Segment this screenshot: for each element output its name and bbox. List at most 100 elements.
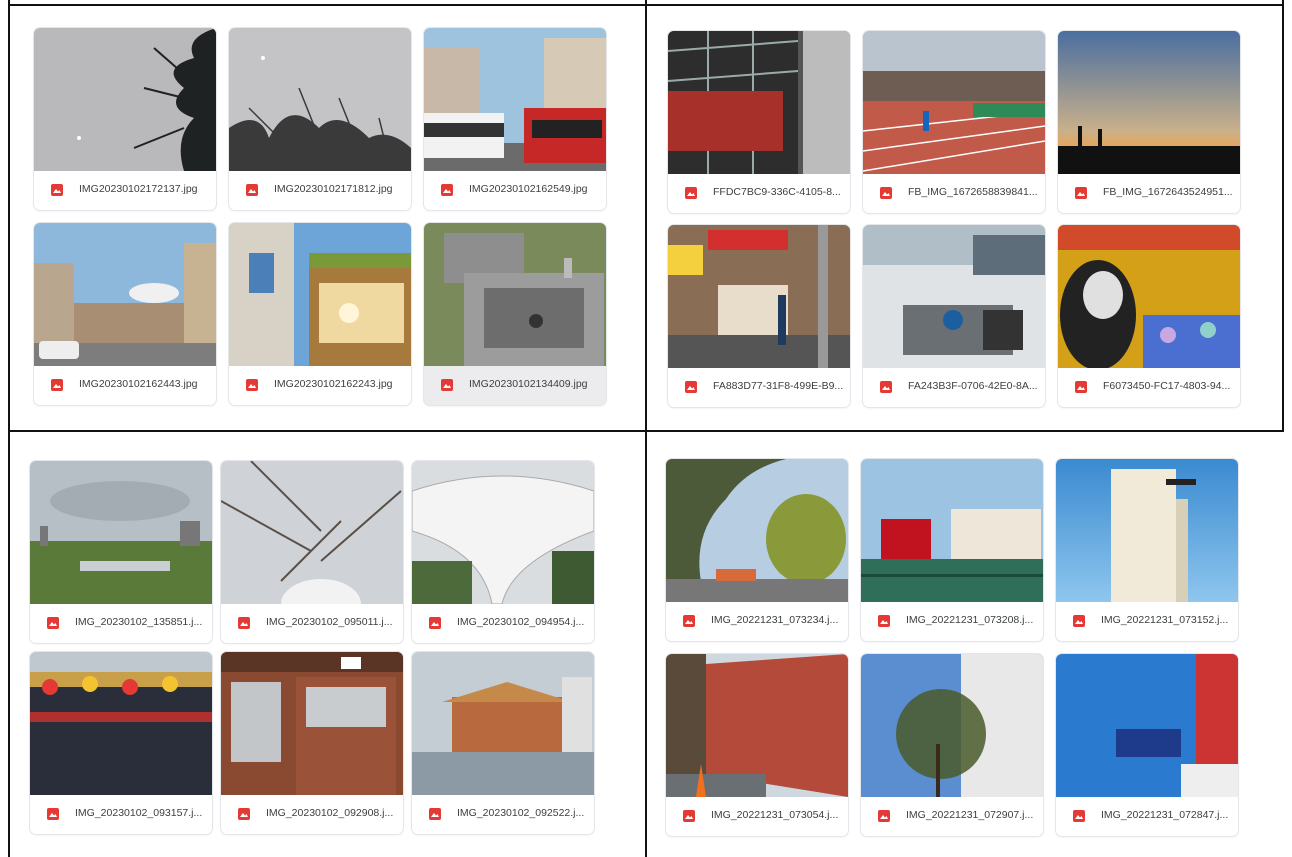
file-caption[interactable]: IMG_20230102_135851.j... [30, 604, 212, 643]
file-card[interactable]: IMG_20230102_135851.j... [30, 461, 212, 643]
file-caption[interactable]: IMG_20221231_073054.j... [666, 797, 848, 836]
file-name: IMG_20230102_092908.j... [266, 807, 394, 819]
image-file-icon [441, 379, 453, 391]
file-card[interactable]: IMG20230102162443.jpg [34, 223, 216, 405]
file-card[interactable]: IMG_20230102_093157.j... [30, 652, 212, 834]
image-thumbnail[interactable] [1056, 654, 1238, 797]
file-card[interactable]: IMG20230102172137.jpg [34, 28, 216, 210]
file-name: F6073450-FC17-4803-94... [1103, 380, 1231, 392]
image-thumbnail[interactable] [34, 223, 216, 366]
file-card[interactable]: IMG20230102162243.jpg [229, 223, 411, 405]
file-name: IMG_20230102_135851.j... [75, 616, 203, 628]
image-thumbnail[interactable] [1056, 459, 1238, 602]
image-thumbnail[interactable] [412, 461, 594, 604]
file-caption[interactable]: IMG_20221231_073234.j... [666, 602, 848, 641]
file-name: IMG20230102134409.jpg [469, 378, 588, 390]
file-caption[interactable]: IMG_20230102_092908.j... [221, 795, 403, 834]
file-card[interactable]: IMG_20230102_095011.j... [221, 461, 403, 643]
image-thumbnail[interactable] [30, 461, 212, 604]
image-file-icon [685, 187, 697, 199]
image-file-icon [683, 810, 695, 822]
file-card[interactable]: IMG_20221231_073234.j... [666, 459, 848, 641]
image-file-icon [685, 381, 697, 393]
file-name: IMG20230102162443.jpg [79, 378, 198, 390]
file-caption[interactable]: FFDC7BC9-336C-4105-8... [668, 174, 850, 213]
image-thumbnail[interactable] [666, 459, 848, 602]
file-caption[interactable]: IMG_20230102_092522.j... [412, 795, 594, 834]
file-caption[interactable]: IMG_20221231_072847.j... [1056, 797, 1238, 836]
image-thumbnail[interactable] [668, 225, 850, 368]
file-caption[interactable]: F6073450-FC17-4803-94... [1058, 368, 1240, 407]
file-caption[interactable]: IMG_20221231_072907.j... [861, 797, 1043, 836]
image-thumbnail[interactable] [412, 652, 594, 795]
image-thumbnail[interactable] [221, 461, 403, 604]
file-card[interactable]: IMG_20221231_072907.j... [861, 654, 1043, 836]
file-name: IMG_20221231_072907.j... [906, 809, 1034, 821]
image-file-icon [238, 617, 250, 629]
image-thumbnail[interactable] [668, 31, 850, 174]
image-file-icon [429, 808, 441, 820]
file-caption[interactable]: IMG20230102171812.jpg [229, 171, 411, 210]
file-card[interactable]: FA243B3F-0706-42E0-8A... [863, 225, 1045, 407]
grid-border-left [8, 0, 10, 857]
image-thumbnail[interactable] [34, 28, 216, 171]
image-file-icon [1073, 810, 1085, 822]
image-thumbnail[interactable] [666, 654, 848, 797]
file-card[interactable]: IMG_20221231_073208.j... [861, 459, 1043, 641]
file-caption[interactable]: FA883D77-31F8-499E-B9... [668, 368, 850, 407]
image-thumbnail[interactable] [30, 652, 212, 795]
file-card[interactable]: IMG_20230102_094954.j... [412, 461, 594, 643]
file-name: IMG20230102172137.jpg [79, 183, 198, 195]
image-thumbnail[interactable] [1058, 31, 1240, 174]
file-caption[interactable]: IMG_20230102_093157.j... [30, 795, 212, 834]
file-card[interactable]: IMG20230102162549.jpg [424, 28, 606, 210]
file-caption[interactable]: FB_IMG_1672643524951... [1058, 174, 1240, 213]
file-caption[interactable]: IMG_20230102_094954.j... [412, 604, 594, 643]
file-name: IMG20230102162243.jpg [274, 378, 393, 390]
file-card[interactable]: FB_IMG_1672658839841... [863, 31, 1045, 213]
image-thumbnail[interactable] [863, 225, 1045, 368]
file-card[interactable]: IMG_20230102_092908.j... [221, 652, 403, 834]
file-card[interactable]: FB_IMG_1672643524951... [1058, 31, 1240, 213]
file-caption[interactable]: IMG20230102172137.jpg [34, 171, 216, 210]
file-card[interactable]: IMG_20221231_072847.j... [1056, 654, 1238, 836]
image-thumbnail[interactable] [221, 652, 403, 795]
image-thumbnail[interactable] [229, 223, 411, 366]
image-thumbnail[interactable] [861, 654, 1043, 797]
image-thumbnail[interactable] [863, 31, 1045, 174]
image-thumbnail[interactable] [1058, 225, 1240, 368]
file-card[interactable]: FFDC7BC9-336C-4105-8... [668, 31, 850, 213]
file-card[interactable]: IMG_20230102_092522.j... [412, 652, 594, 834]
image-file-icon [1075, 187, 1087, 199]
image-file-icon [683, 615, 695, 627]
file-name: IMG_20221231_072847.j... [1101, 809, 1229, 821]
file-caption[interactable]: FB_IMG_1672658839841... [863, 174, 1045, 213]
file-card[interactable]: F6073450-FC17-4803-94... [1058, 225, 1240, 407]
file-card[interactable]: IMG_20221231_073152.j... [1056, 459, 1238, 641]
file-card[interactable]: FA883D77-31F8-499E-B9... [668, 225, 850, 407]
image-file-icon [47, 617, 59, 629]
image-thumbnail[interactable] [424, 28, 606, 171]
file-card[interactable]: IMG20230102134409.jpg [424, 223, 606, 405]
file-caption[interactable]: IMG20230102162243.jpg [229, 366, 411, 405]
file-caption[interactable]: IMG_20221231_073208.j... [861, 602, 1043, 641]
grid-border-right [1282, 0, 1284, 430]
file-name: IMG_20221231_073054.j... [711, 809, 839, 821]
image-thumbnail[interactable] [424, 223, 606, 366]
image-file-icon [47, 808, 59, 820]
image-thumbnail[interactable] [229, 28, 411, 171]
image-thumbnail[interactable] [861, 459, 1043, 602]
image-file-icon [51, 184, 63, 196]
file-card[interactable]: IMG20230102171812.jpg [229, 28, 411, 210]
file-card[interactable]: IMG_20221231_073054.j... [666, 654, 848, 836]
file-caption[interactable]: FA243B3F-0706-42E0-8A... [863, 368, 1045, 407]
file-caption[interactable]: IMG_20230102_095011.j... [221, 604, 403, 643]
file-caption[interactable]: IMG20230102134409.jpg [424, 366, 606, 405]
image-file-icon [238, 808, 250, 820]
file-name: FA883D77-31F8-499E-B9... [713, 380, 844, 392]
file-caption[interactable]: IMG_20221231_073152.j... [1056, 602, 1238, 641]
file-caption[interactable]: IMG20230102162549.jpg [424, 171, 606, 210]
file-name: IMG_20230102_095011.j... [266, 616, 393, 628]
image-file-icon [1075, 381, 1087, 393]
file-caption[interactable]: IMG20230102162443.jpg [34, 366, 216, 405]
